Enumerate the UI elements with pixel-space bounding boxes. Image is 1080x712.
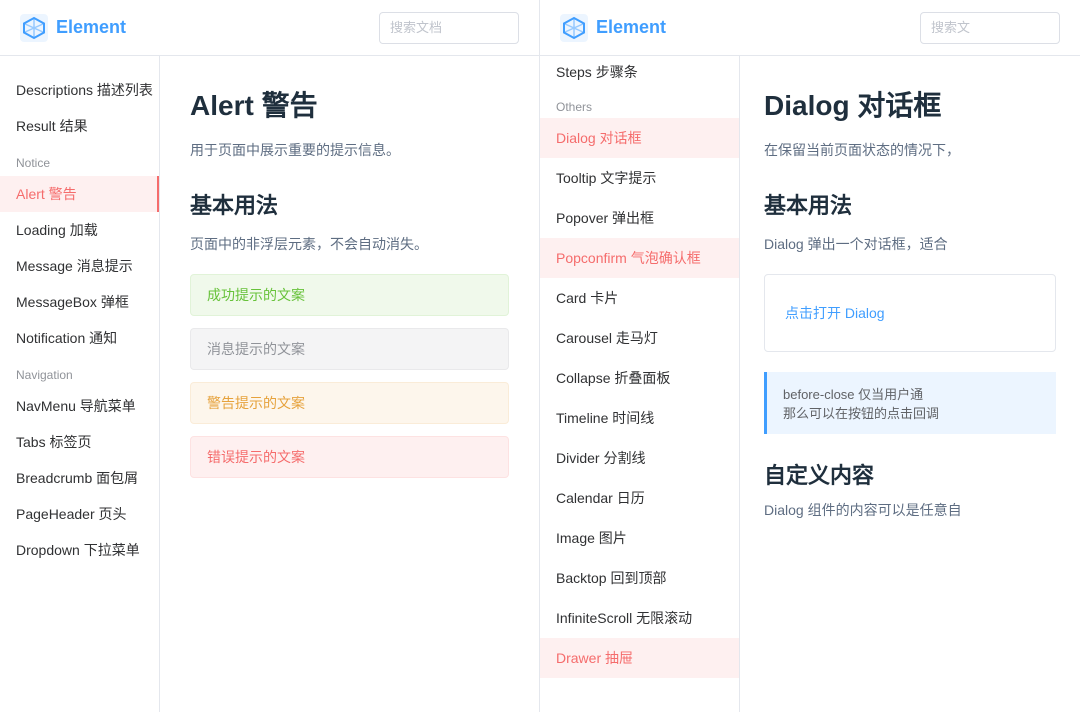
alert-success: 成功提示的文案 [190,274,509,316]
sidebar-item-steps[interactable]: Steps 步骤条 [540,56,739,88]
left-panel: Element Descriptions 描述列表 Result 结果 Noti… [0,0,540,712]
right-panel-wrapper: Element Steps 步骤条 Others Dialog 对话框 Tool… [540,0,1080,712]
sidebar-item-messagebox[interactable]: MessageBox 弹框 [0,284,159,320]
sidebar-item-breadcrumb[interactable]: Breadcrumb 面包屑 [0,460,159,496]
left-panel-wrapper: Element Descriptions 描述列表 Result 结果 Noti… [0,0,539,712]
right-search-input[interactable] [920,12,1060,44]
left-header: Element [0,0,539,56]
alert-error: 错误提示的文案 [190,436,509,478]
right-logo-area: Element [560,14,666,42]
sidebar-item-alert[interactable]: Alert 警告 [0,176,159,212]
right-section-subtitle: Dialog 弹出一个对话框，适合 [764,234,1056,254]
sidebar-item-loading[interactable]: Loading 加载 [0,212,159,248]
right-header: Element [540,0,1080,56]
sidebar-item-navmenu[interactable]: NavMenu 导航菜单 [0,388,159,424]
right-page-subtitle: 在保留当前页面状态的情况下， [764,140,1056,160]
sidebar-item-tooltip[interactable]: Tooltip 文字提示 [540,158,739,198]
left-sidebar: Descriptions 描述列表 Result 结果 Notice Alert… [0,56,160,712]
sidebar-item-collapse[interactable]: Collapse 折叠面板 [540,358,739,398]
dialog-demo-box: 点击打开 Dialog [764,274,1056,352]
before-close-box: before-close 仅当用户通 那么可以在按钮的点击回调 [764,372,1056,434]
right-page-title: Dialog 对话框 [764,84,1056,124]
custom-content-text: Dialog 组件的内容可以是任意自 [764,500,1056,520]
left-logo-icon [20,14,48,42]
left-section-subtitle: 页面中的非浮层元素，不会自动消失。 [190,234,509,254]
sidebar-item-timeline[interactable]: Timeline 时间线 [540,398,739,438]
notice-category: Notice [0,144,159,176]
right-logo-icon [560,14,588,42]
left-main-content: Alert 警告 用于页面中展示重要的提示信息。 基本用法 页面中的非浮层元素，… [160,56,539,712]
left-search-input[interactable] [379,12,519,44]
open-dialog-button[interactable]: 点击打开 Dialog [785,295,1035,331]
sidebar-item-pageheader[interactable]: PageHeader 页头 [0,496,159,532]
left-page-title: Alert 警告 [190,84,509,124]
sidebar-item-popconfirm[interactable]: Popconfirm 气泡确认框 [540,238,739,278]
sidebar-item-calendar[interactable]: Calendar 日历 [540,478,739,518]
sidebar-item-backtop[interactable]: Backtop 回到顶部 [540,558,739,598]
right-section-title: 基本用法 [764,188,1056,220]
left-page-subtitle: 用于页面中展示重要的提示信息。 [190,140,509,160]
sidebar-item-descriptions[interactable]: Descriptions 描述列表 [0,72,159,108]
others-category: Others [540,88,739,118]
right-logo-text: Element [596,17,666,38]
left-panel-body: Descriptions 描述列表 Result 结果 Notice Alert… [0,56,539,712]
navigation-category: Navigation [0,356,159,388]
right-panel: Element Steps 步骤条 Others Dialog 对话框 Tool… [540,0,1080,712]
sidebar-item-image[interactable]: Image 图片 [540,518,739,558]
sidebar-item-tabs[interactable]: Tabs 标签页 [0,424,159,460]
alert-info: 消息提示的文案 [190,328,509,370]
sidebar-item-card[interactable]: Card 卡片 [540,278,739,318]
right-sidebar: Steps 步骤条 Others Dialog 对话框 Tooltip 文字提示… [540,56,740,712]
sidebar-item-dialog[interactable]: Dialog 对话框 [540,118,739,158]
sidebar-item-notification[interactable]: Notification 通知 [0,320,159,356]
left-section-title: 基本用法 [190,188,509,220]
sidebar-item-divider[interactable]: Divider 分割线 [540,438,739,478]
left-logo-area: Element [20,14,126,42]
custom-content-title: 自定义内容 [764,458,1056,490]
before-close-text: before-close 仅当用户通 那么可以在按钮的点击回调 [783,387,939,421]
sidebar-item-drawer[interactable]: Drawer 抽屉 [540,638,739,678]
sidebar-item-dropdown[interactable]: Dropdown 下拉菜单 [0,532,159,568]
sidebar-item-carousel[interactable]: Carousel 走马灯 [540,318,739,358]
sidebar-item-infinitescroll[interactable]: InfiniteScroll 无限滚动 [540,598,739,638]
sidebar-item-result[interactable]: Result 结果 [0,108,159,144]
right-main-content: Dialog 对话框 在保留当前页面状态的情况下， 基本用法 Dialog 弹出… [740,56,1080,712]
alert-warning: 警告提示的文案 [190,382,509,424]
sidebar-item-message[interactable]: Message 消息提示 [0,248,159,284]
right-panel-body: Steps 步骤条 Others Dialog 对话框 Tooltip 文字提示… [540,56,1080,712]
sidebar-item-popover[interactable]: Popover 弹出框 [540,198,739,238]
left-logo-text: Element [56,17,126,38]
